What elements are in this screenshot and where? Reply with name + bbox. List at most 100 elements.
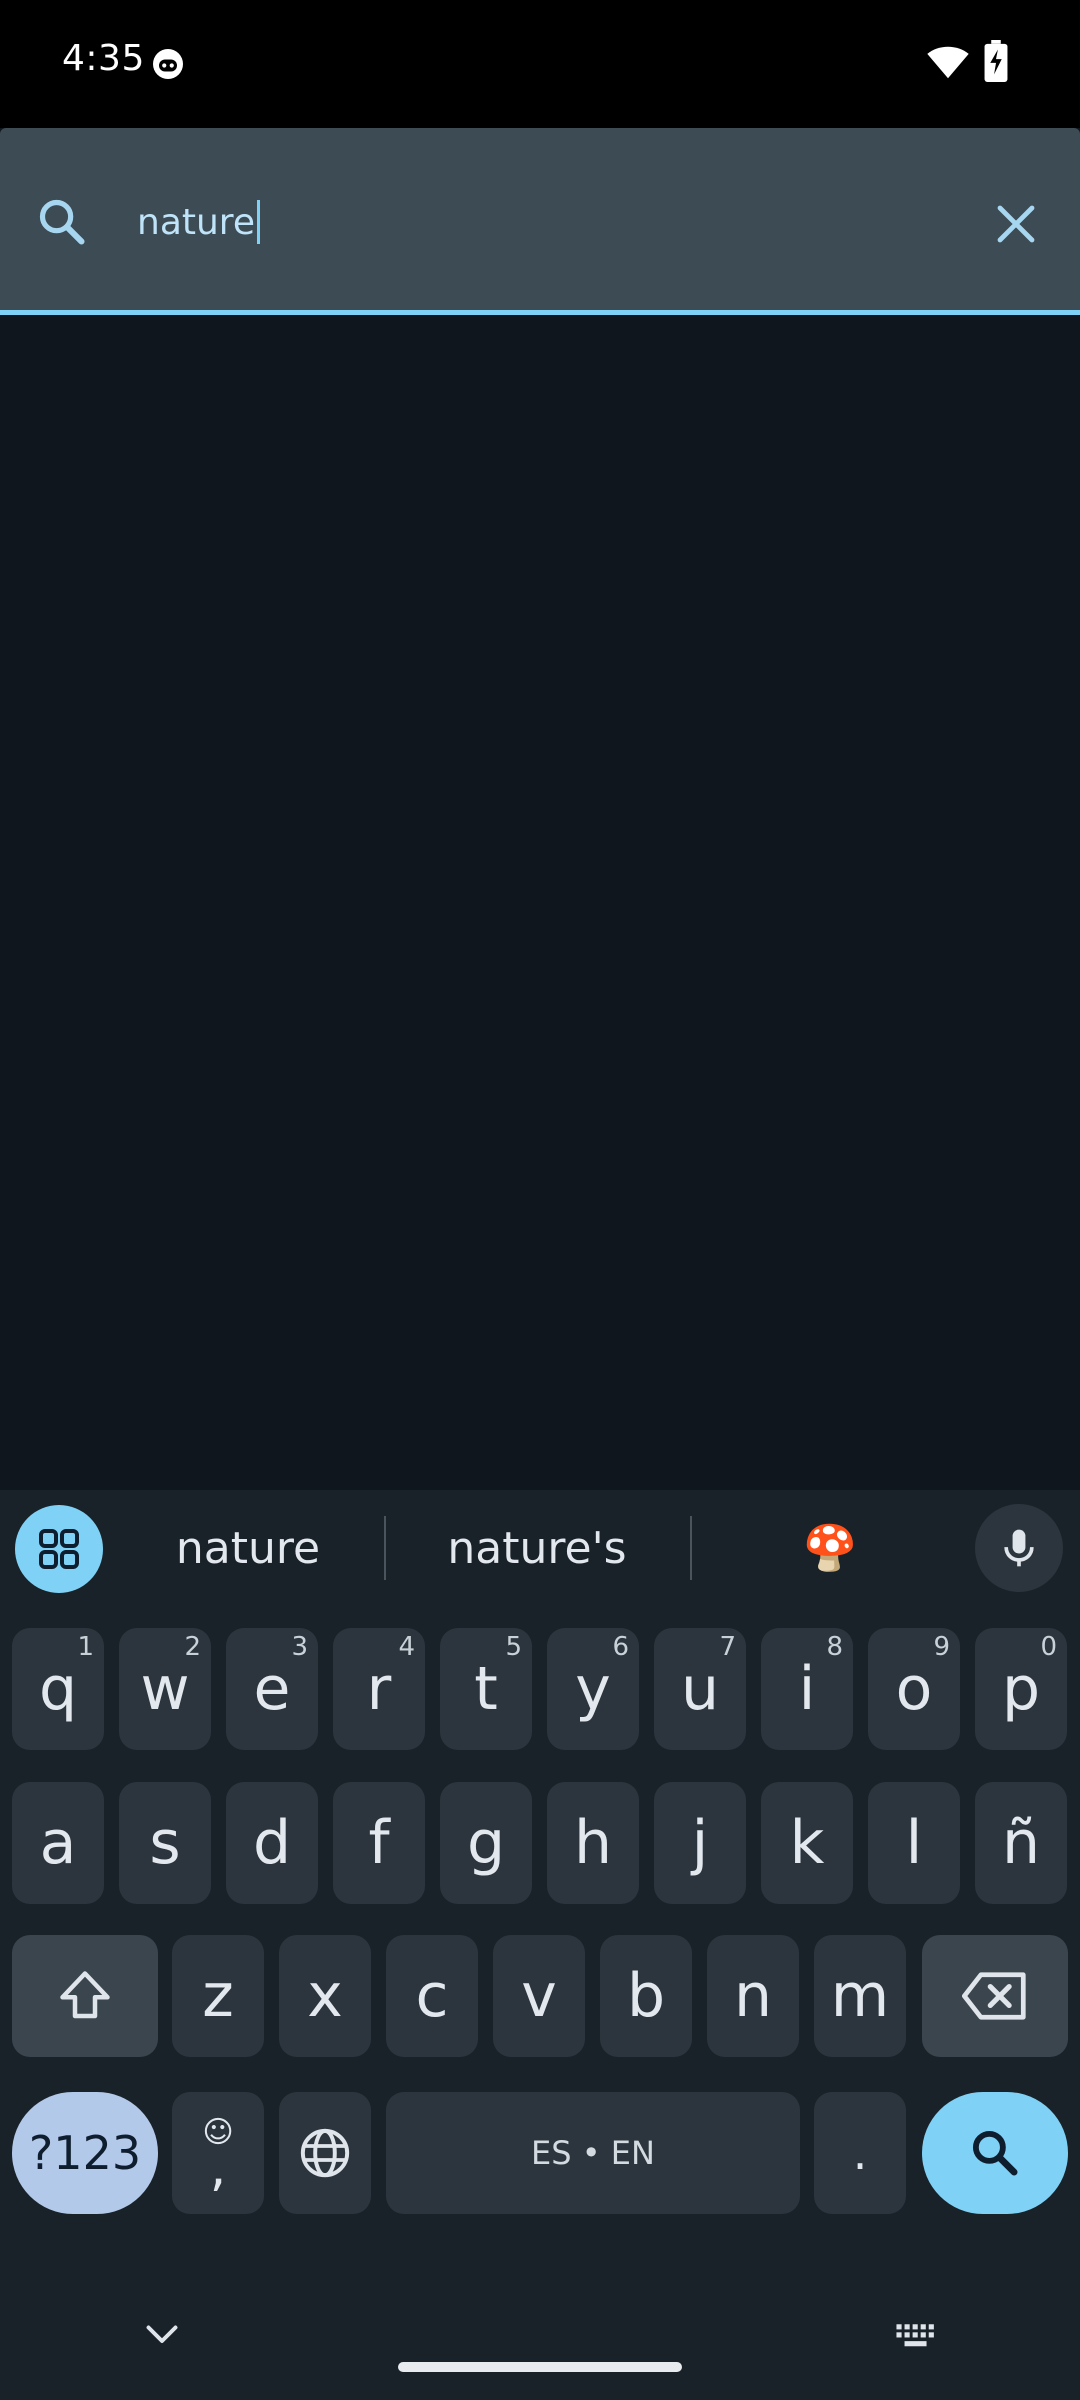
key-a[interactable]: a xyxy=(12,1782,104,1904)
key-s[interactable]: s xyxy=(119,1782,211,1904)
apps-grid-button[interactable] xyxy=(15,1505,103,1593)
key-e[interactable]: e3 xyxy=(226,1628,318,1750)
key-label: v xyxy=(521,1961,557,2031)
key-hint: 6 xyxy=(612,1632,629,1662)
key-y[interactable]: y6 xyxy=(547,1628,639,1750)
key-label: l xyxy=(905,1808,923,1878)
suggestion-divider xyxy=(384,1516,386,1580)
key-hint: 1 xyxy=(77,1632,94,1662)
key-label: y xyxy=(575,1654,611,1724)
key-x[interactable]: x xyxy=(279,1935,371,2057)
key-b[interactable]: b xyxy=(600,1935,692,2057)
key-label: i xyxy=(798,1654,816,1724)
text-caret xyxy=(256,200,260,244)
key-p[interactable]: p0 xyxy=(975,1628,1067,1750)
key-label: m xyxy=(830,1961,890,2031)
screen: 4:35 nature nature nature's 🍄 q 1 w 2 e … xyxy=(0,0,1080,2400)
search-input-text: nature xyxy=(137,201,255,243)
numbers-key[interactable]: ?123 xyxy=(12,2092,158,2214)
wifi-icon xyxy=(927,46,969,79)
key-label: k xyxy=(789,1808,825,1878)
key-hint: 2 xyxy=(184,1632,201,1662)
backspace-key[interactable] xyxy=(922,1935,1068,2057)
key-hint: 7 xyxy=(719,1632,736,1662)
key-label: h xyxy=(573,1808,613,1878)
key-label: w xyxy=(140,1654,190,1724)
suggestion-2[interactable]: nature's xyxy=(402,1510,672,1586)
key-hint: 5 xyxy=(505,1632,522,1662)
key-label: j xyxy=(691,1808,709,1878)
language-switch-key[interactable] xyxy=(279,2092,371,2214)
key-label: a xyxy=(39,1808,77,1878)
status-bar: 4:35 xyxy=(0,0,1080,128)
apps-grid-icon xyxy=(39,1529,79,1569)
key-hint: 9 xyxy=(933,1632,950,1662)
status-time: 4:35 xyxy=(62,38,145,79)
key-u[interactable]: u7 xyxy=(654,1628,746,1750)
search-icon xyxy=(39,199,85,245)
suggestion-strip: nature nature's 🍄 xyxy=(0,1490,1080,1606)
key-j[interactable]: j xyxy=(654,1782,746,1904)
key-label: o xyxy=(895,1654,933,1724)
key-n[interactable]: n xyxy=(707,1935,799,2057)
search-focus-underline xyxy=(0,310,1080,315)
period-key[interactable]: . xyxy=(814,2092,906,2214)
close-icon[interactable] xyxy=(992,200,1040,248)
key-i[interactable]: i8 xyxy=(761,1628,853,1750)
key-hint: 0 xyxy=(1040,1632,1057,1662)
key-d[interactable]: d xyxy=(226,1782,318,1904)
key-hint: 4 xyxy=(398,1632,415,1662)
backspace-icon xyxy=(962,1972,1026,2020)
key-g[interactable]: g xyxy=(440,1782,532,1904)
microphone-icon xyxy=(1004,1529,1034,1567)
comma-emoji-key[interactable]: ☺ , xyxy=(172,2092,264,2214)
key-c[interactable]: c xyxy=(386,1935,478,2057)
shift-icon xyxy=(60,1971,110,2019)
key-f[interactable]: f xyxy=(333,1782,425,1904)
keyboard-icon[interactable] xyxy=(895,2322,939,2350)
key-o[interactable]: o9 xyxy=(868,1628,960,1750)
key-z[interactable]: z xyxy=(172,1935,264,2057)
keyboard-search-key[interactable] xyxy=(922,2092,1068,2214)
key-label: x xyxy=(307,1961,343,2031)
key-label: g xyxy=(466,1808,506,1878)
key-r[interactable]: r4 xyxy=(333,1628,425,1750)
comma-glyph: , xyxy=(209,2138,227,2198)
key-m[interactable]: m xyxy=(814,1935,906,2057)
key-label: b xyxy=(626,1961,666,2031)
suggestion-1[interactable]: nature xyxy=(128,1510,368,1586)
shift-key[interactable] xyxy=(12,1935,158,2057)
key-k[interactable]: k xyxy=(761,1782,853,1904)
key-h[interactable]: h xyxy=(547,1782,639,1904)
voice-input-button[interactable] xyxy=(975,1504,1063,1592)
key-label: p xyxy=(1001,1654,1041,1724)
space-key[interactable]: ES • EN xyxy=(386,2092,800,2214)
key-t[interactable]: t5 xyxy=(440,1628,532,1750)
key-hint: 3 xyxy=(291,1632,308,1662)
key-label: c xyxy=(415,1961,449,2031)
key-l[interactable]: l xyxy=(868,1782,960,1904)
key-q[interactable]: q1 xyxy=(12,1628,104,1750)
home-gesture-bar[interactable] xyxy=(398,2362,682,2372)
key-label: e xyxy=(253,1654,291,1724)
key-label: t xyxy=(474,1654,498,1724)
battery-charging-icon xyxy=(984,40,1008,82)
suggestion-divider xyxy=(690,1516,692,1580)
key-label: q xyxy=(38,1654,78,1724)
key-hint: 8 xyxy=(826,1632,843,1662)
key-v[interactable]: v xyxy=(493,1935,585,2057)
key-label: s xyxy=(149,1808,181,1878)
key-ñ[interactable]: ñ xyxy=(975,1782,1067,1904)
suggestion-emoji[interactable]: 🍄 xyxy=(700,1510,960,1586)
key-w[interactable]: w2 xyxy=(119,1628,211,1750)
search-icon xyxy=(972,2130,1018,2176)
app-notification-icon xyxy=(153,49,183,79)
key-label: f xyxy=(368,1808,390,1878)
key-label: z xyxy=(202,1961,234,2031)
search-input[interactable]: nature xyxy=(137,194,260,250)
chevron-down-icon[interactable] xyxy=(144,2320,180,2350)
key-label: ñ xyxy=(1001,1808,1041,1878)
key-label: d xyxy=(252,1808,292,1878)
globe-icon xyxy=(300,2128,350,2178)
key-label: n xyxy=(733,1961,773,2031)
